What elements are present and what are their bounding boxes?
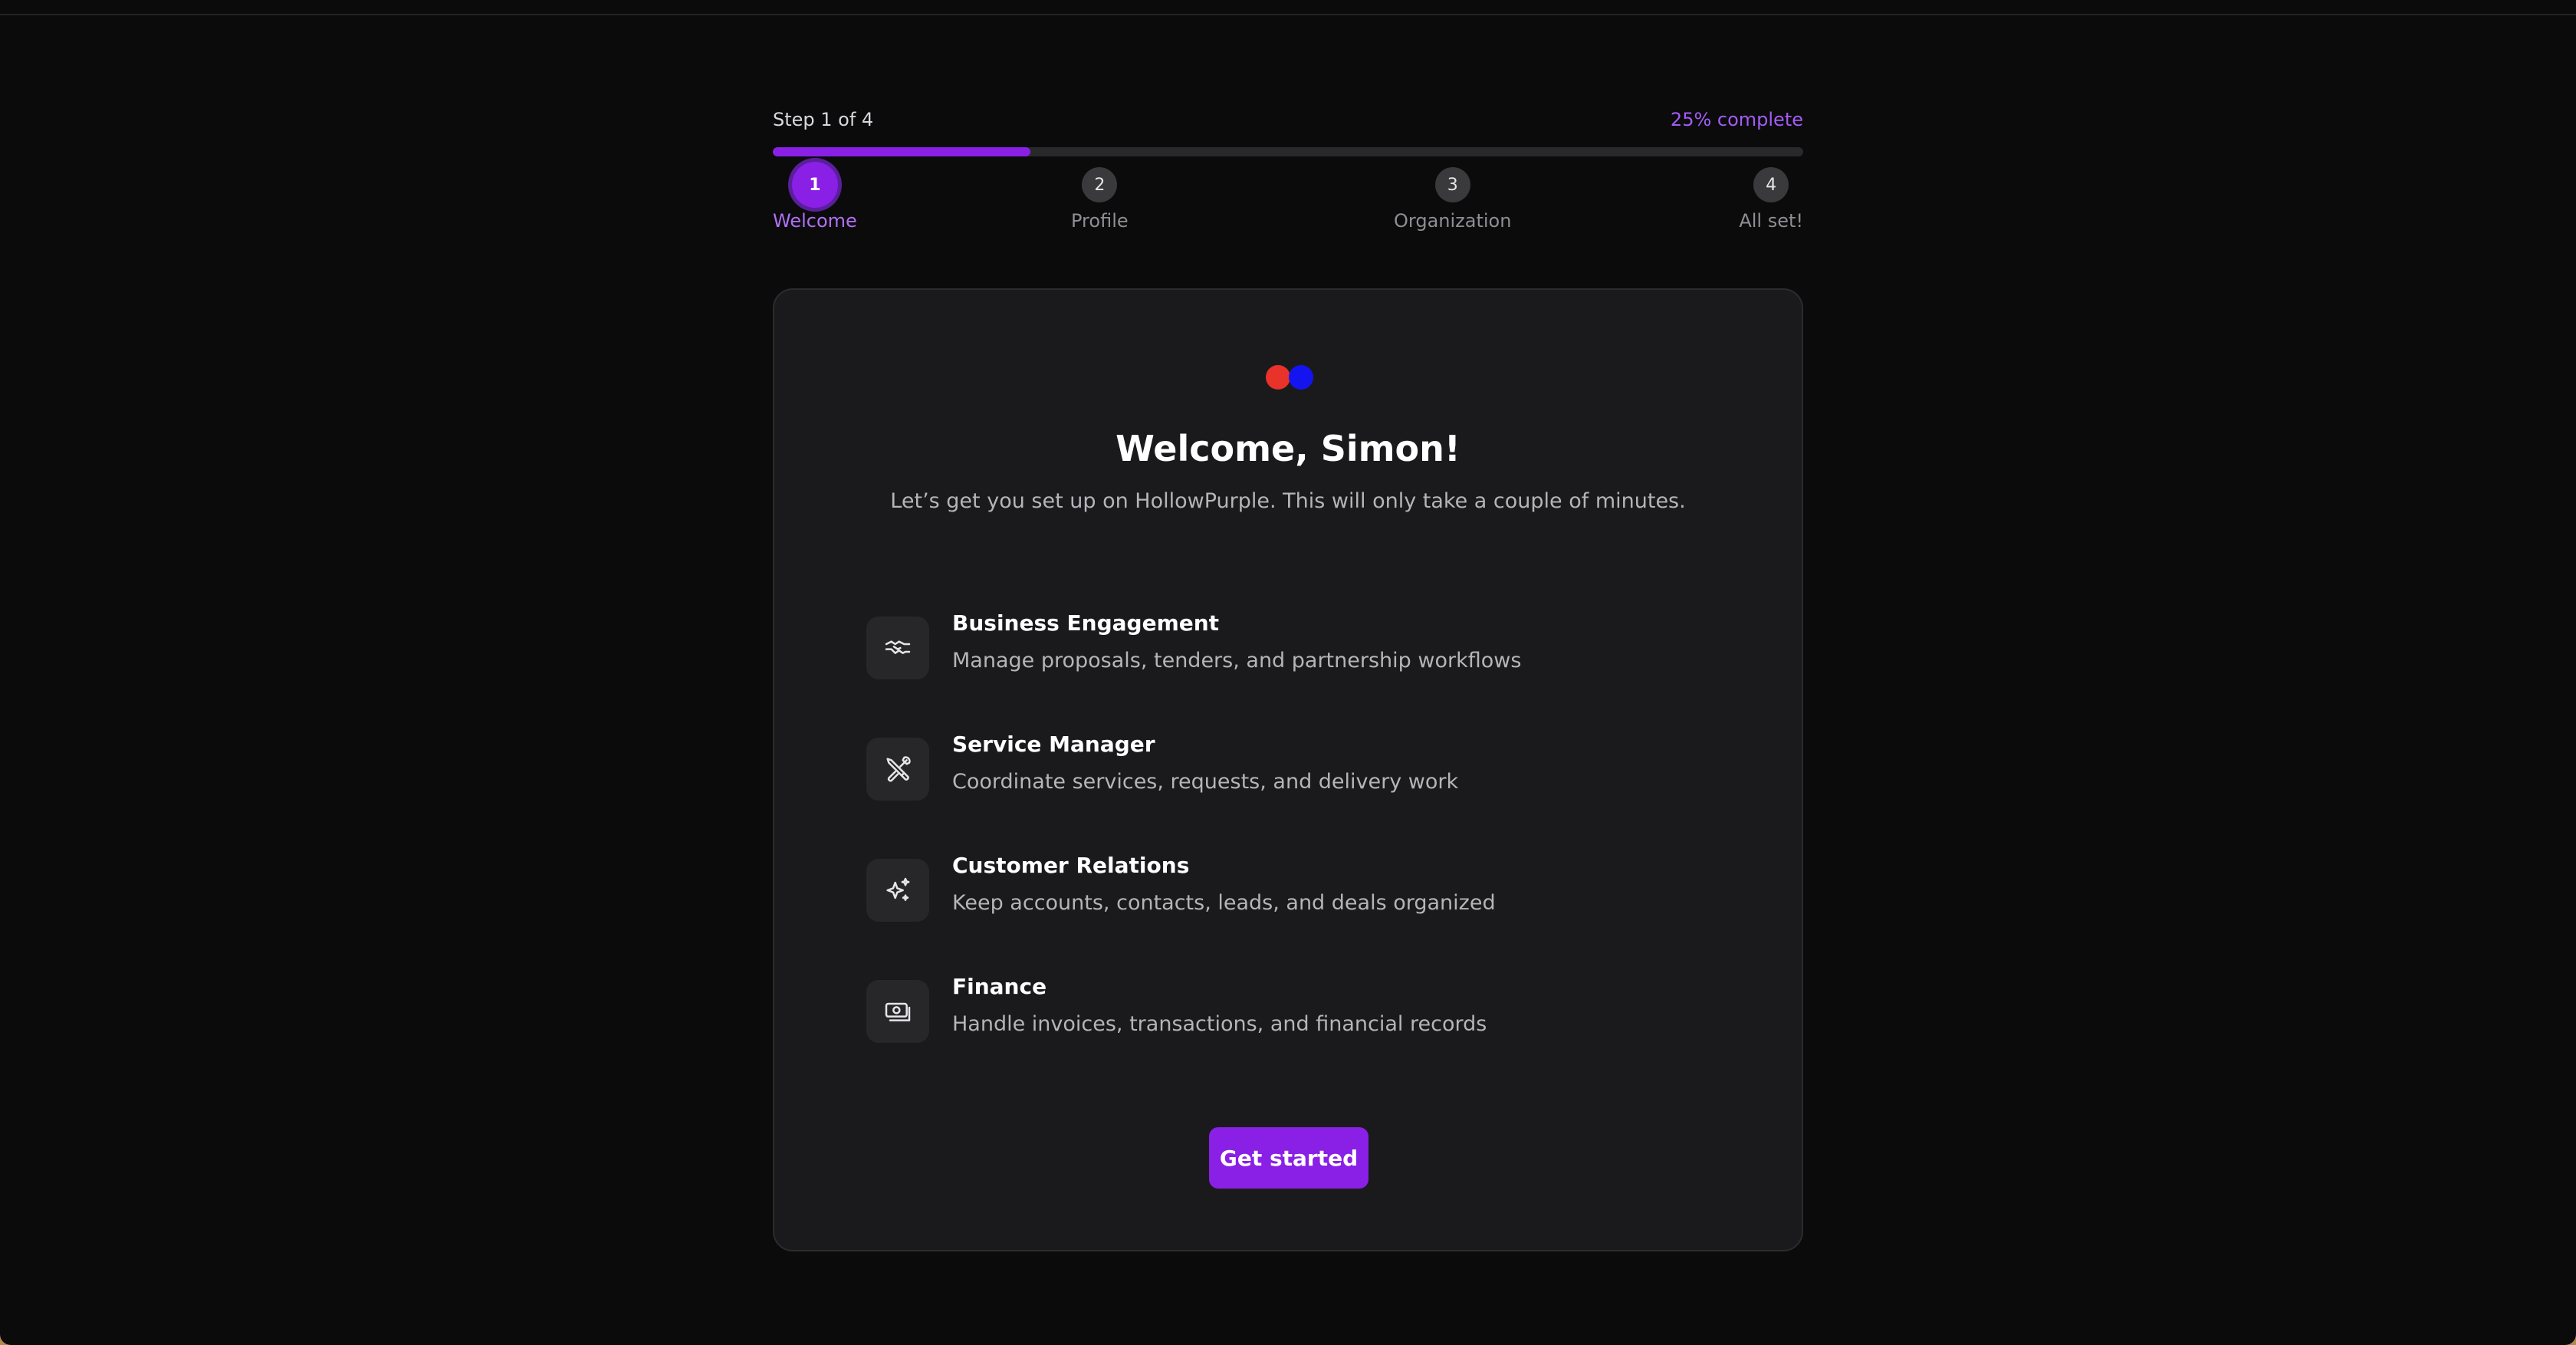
progress-fill [773,147,1030,156]
step-number: 3 [1434,167,1470,202]
logo-blue-dot [1289,365,1313,390]
handshake-icon [866,617,929,679]
step-number: 4 [1753,167,1789,202]
logo-red-dot [1266,365,1290,390]
welcome-card: Welcome, Simon! Let’s get you set up on … [773,288,1803,1251]
feature-description: Manage proposals, tenders, and partnersh… [952,649,1522,672]
feature-service-manager: Service Manager Coordinate services, req… [866,732,1710,853]
tools-icon [866,738,929,801]
feature-customer-relations: Customer Relations Keep accounts, contac… [866,853,1710,974]
top-divider [0,14,2576,15]
feature-title: Service Manager [952,732,1155,757]
step-label: Welcome [773,210,857,232]
step-number: 1 [791,162,838,208]
step-label: Organization [1394,210,1512,232]
onboarding-stepper: Step 1 of 4 25% complete 1 Welcome 2 Pro… [773,104,1803,244]
step-list: 1 Welcome 2 Profile 3 Organization 4 All… [773,162,1803,244]
step-label: All set! [1739,210,1803,232]
feature-description: Keep accounts, contacts, leads, and deal… [952,891,1496,915]
step-number: 2 [1082,167,1118,202]
feature-finance: Finance Handle invoices, transactions, a… [866,974,1710,1095]
feature-title: Customer Relations [952,853,1190,878]
feature-title: Business Engagement [952,610,1220,636]
step-count: Step 1 of 4 [773,109,874,130]
hollowpurple-logo [1266,365,1313,390]
feature-description: Coordinate services, requests, and deliv… [952,770,1459,794]
step-welcome[interactable]: 1 Welcome [773,162,857,232]
feature-title: Finance [952,974,1047,999]
step-all-set[interactable]: 4 All set! [1739,167,1803,232]
get-started-button[interactable]: Get started [1209,1127,1368,1189]
feature-description: Handle invoices, transactions, and finan… [952,1012,1487,1036]
app-window: Step 1 of 4 25% complete 1 Welcome 2 Pro… [0,0,2576,1345]
cash-icon [866,980,929,1043]
progress-bar [773,147,1803,156]
page-subtitle: Let’s get you set up on HollowPurple. Th… [890,489,1686,513]
step-meta: Step 1 of 4 25% complete [773,104,1803,135]
step-profile[interactable]: 2 Profile [1071,167,1129,232]
page-title: Welcome, Simon! [1116,428,1460,469]
step-label: Profile [1071,210,1129,232]
sparkles-icon [866,859,929,922]
feature-business-engagement: Business Engagement Manage proposals, te… [866,610,1710,732]
step-organization[interactable]: 3 Organization [1394,167,1511,232]
feature-list: Business Engagement Manage proposals, te… [866,610,1710,1095]
step-percent: 25% complete [1670,109,1803,130]
